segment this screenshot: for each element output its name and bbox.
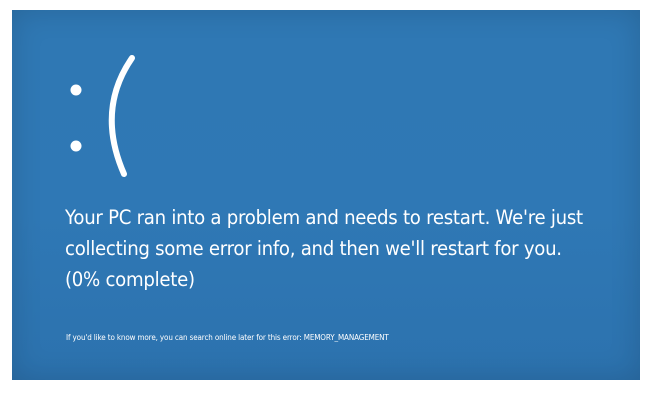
emoticon-mouth [108,55,135,177]
stop-code: MEMORY_MANAGEMENT [303,333,389,342]
photo-frame: Your PC ran into a problem and needs to … [0,0,648,394]
emoticon-eye-bottom [70,140,82,152]
hint-text: If you'd like to know more, you can sear… [66,333,304,342]
blue-screen: Your PC ran into a problem and needs to … [12,10,640,380]
sad-face-emoticon [70,55,135,177]
error-message: Your PC ran into a problem and needs to … [65,206,583,291]
emoticon-eye-top [70,84,82,96]
error-hint: If you'd like to know more, you can sear… [66,333,389,343]
